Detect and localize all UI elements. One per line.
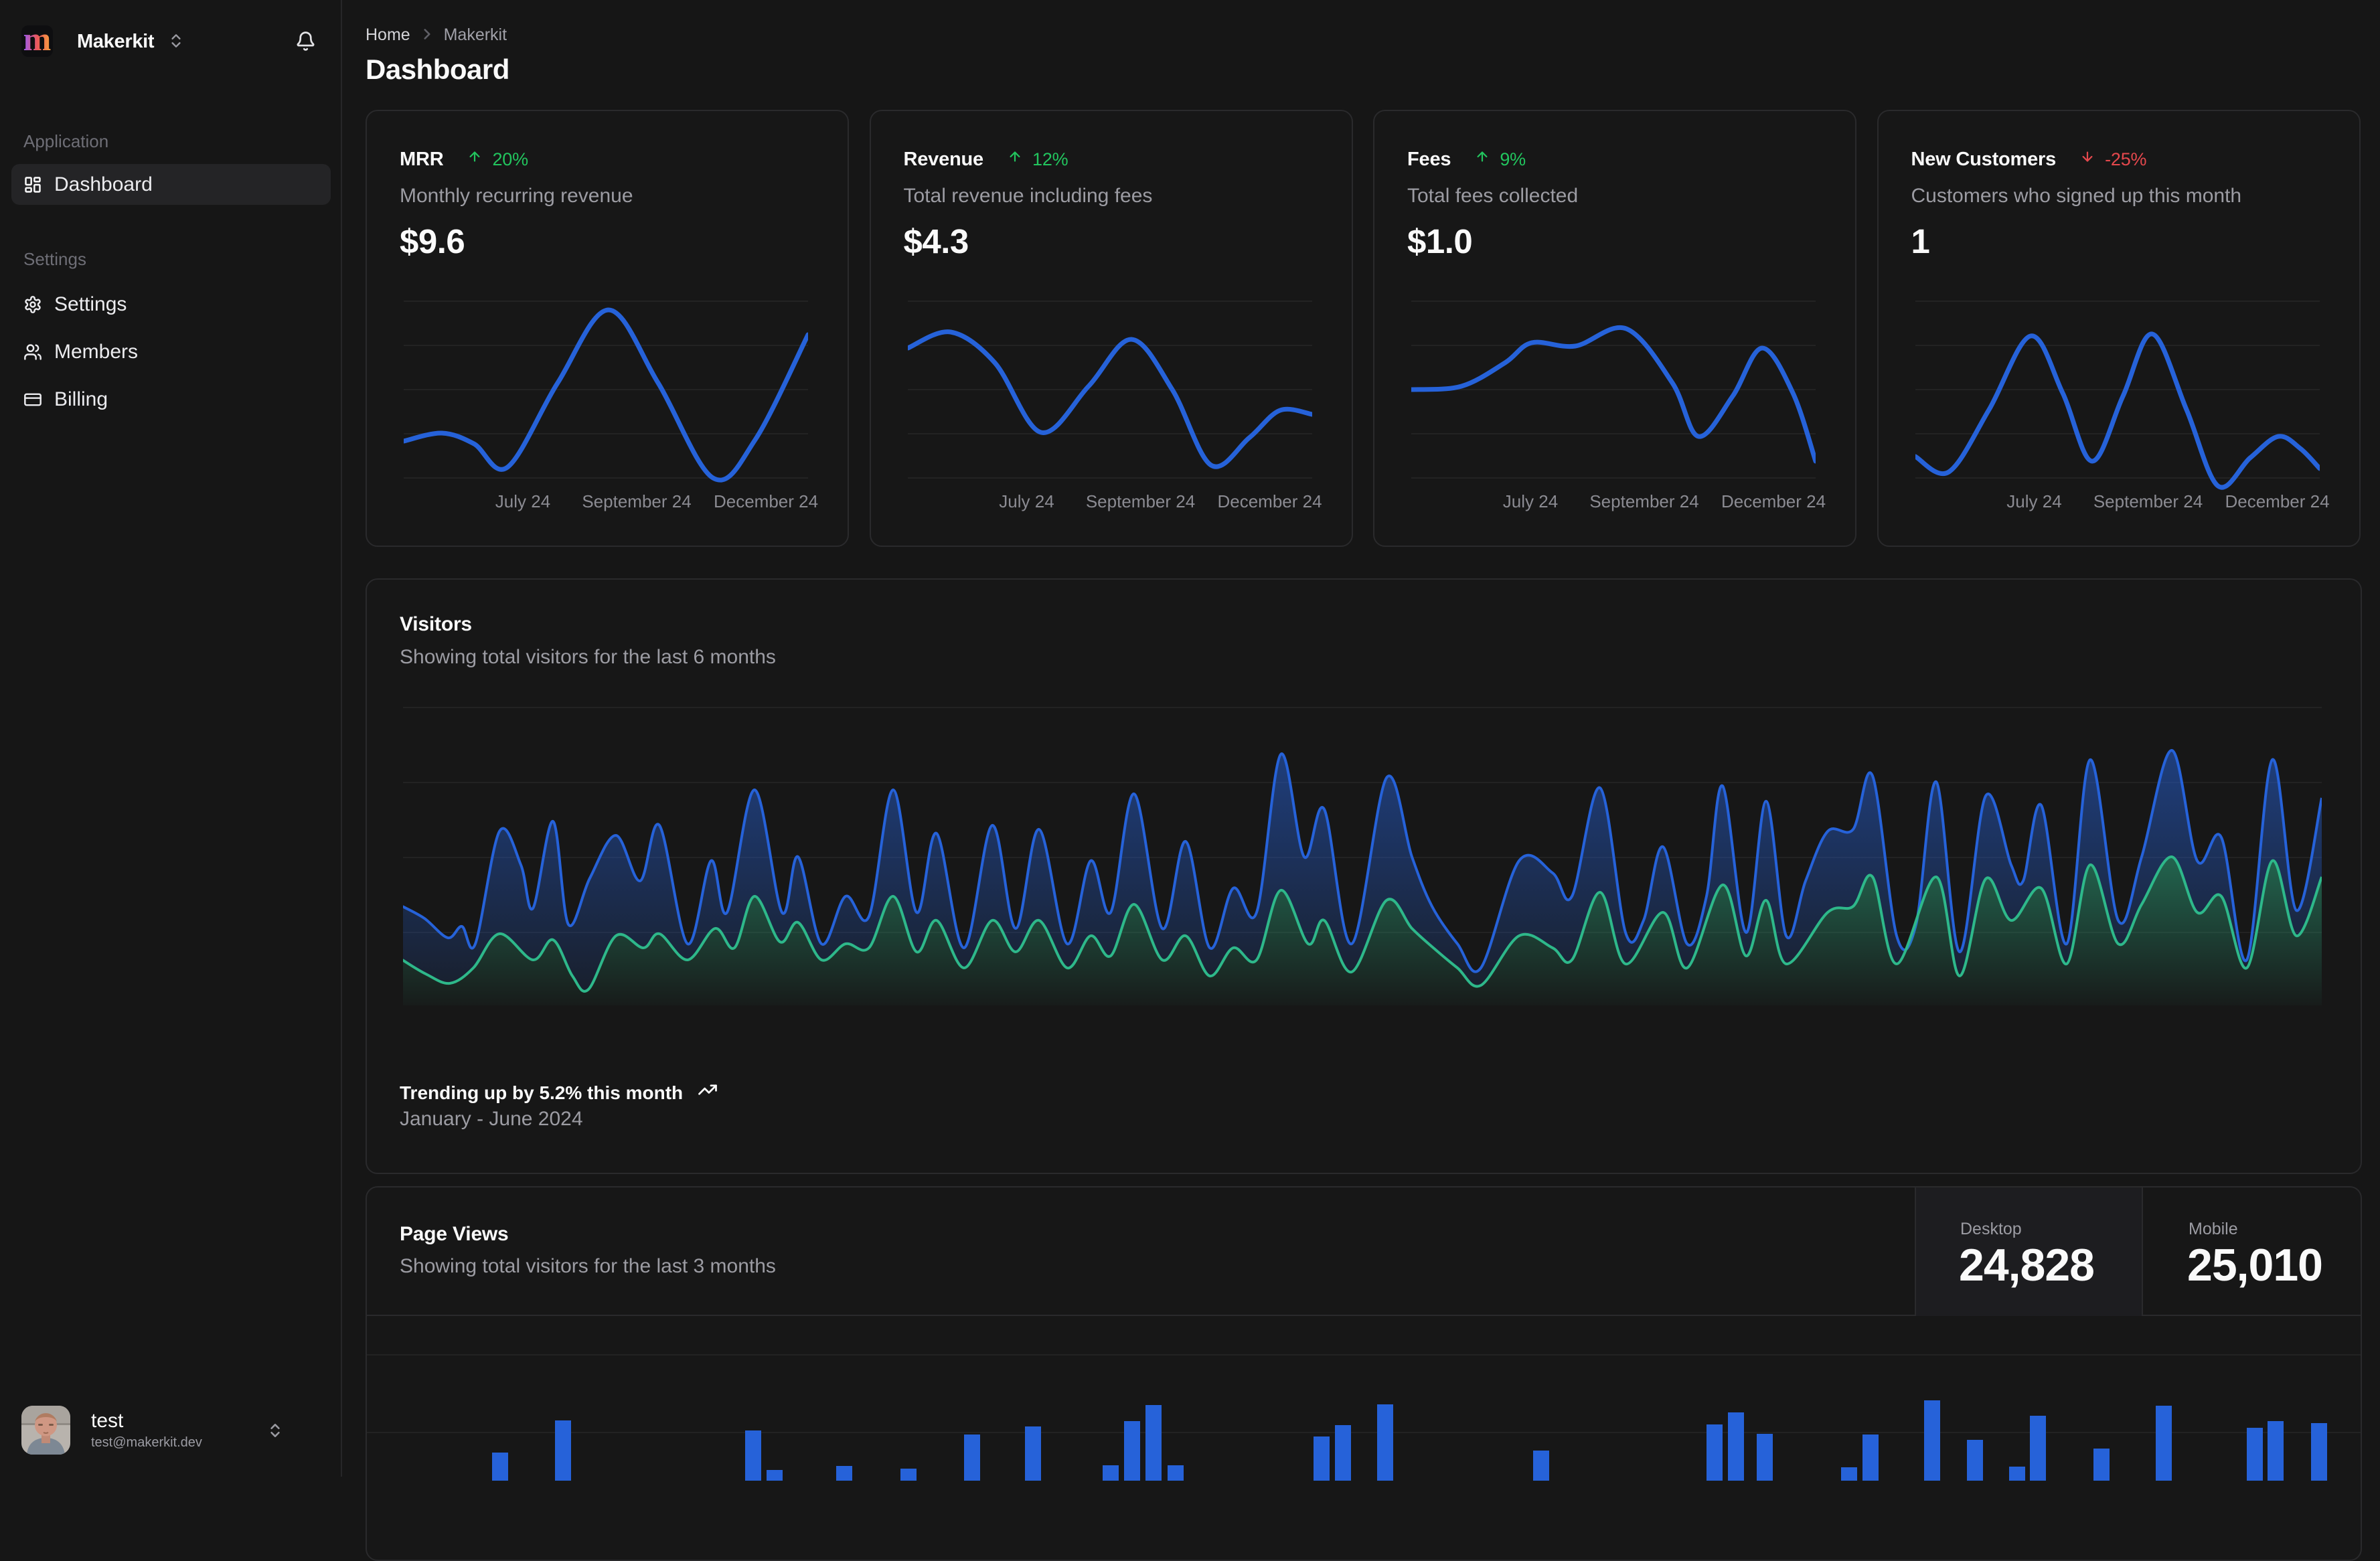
svg-text:m: m (23, 25, 52, 57)
